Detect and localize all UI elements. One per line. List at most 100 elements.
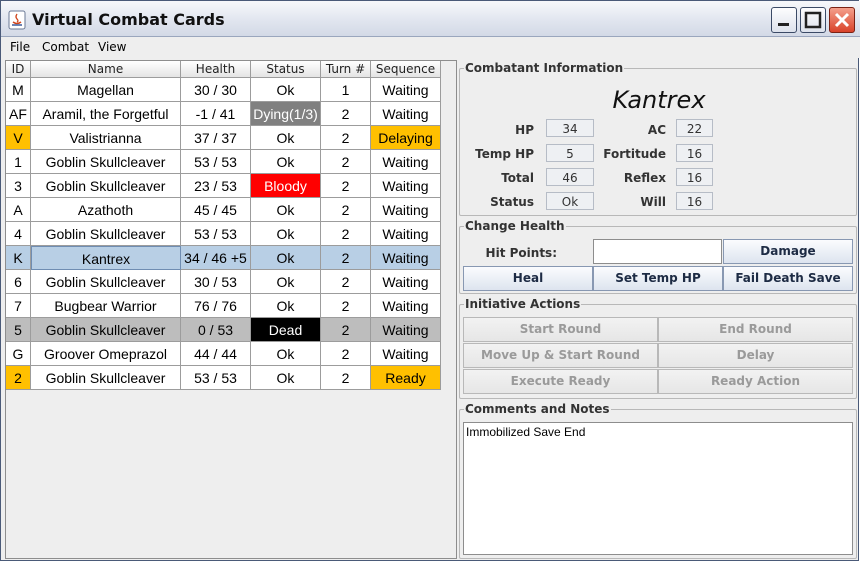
cell-status: Ok	[251, 270, 321, 294]
cell-turn: 2	[321, 198, 371, 222]
end-round-button[interactable]: End Round	[658, 317, 853, 342]
cell-name: Aramil, the Forgetful	[31, 102, 181, 126]
minimize-button[interactable]	[771, 7, 797, 33]
cell-health: 76 / 76	[181, 294, 251, 318]
table-row[interactable]: A Azathoth 45 / 45 Ok 2 Waiting	[6, 198, 442, 222]
change-health-title: Change Health	[464, 219, 566, 233]
title-bar[interactable]: Virtual Combat Cards	[1, 1, 860, 37]
cell-sequence: Waiting	[371, 318, 441, 342]
cell-sequence: Waiting	[371, 198, 441, 222]
cell-turn: 2	[321, 102, 371, 126]
combatant-table[interactable]: ID Name Health Status Turn # Sequence MM…	[5, 60, 457, 559]
cell-id: 6	[6, 270, 31, 294]
table-row[interactable]: 3 Goblin Skullcleaver 23 / 53 Bloody 2 Waitin…	[6, 174, 442, 198]
cell-name: Goblin Skullcleaver	[31, 174, 181, 198]
temp-hp-label: Temp HP	[475, 147, 534, 161]
cell-sequence: Waiting	[371, 174, 441, 198]
cell-turn: 2	[321, 174, 371, 198]
cell-id: 5	[6, 318, 31, 342]
cell-name: Goblin Skullcleaver	[31, 150, 181, 174]
table-row[interactable]: M Magellan 30 / 30 Ok 1 Waiting	[6, 78, 442, 102]
maximize-button[interactable]	[800, 7, 826, 33]
hit-points-input[interactable]	[593, 239, 722, 264]
hit-points-label: Hit Points:	[485, 246, 557, 260]
set-temp-hp-button[interactable]: Set Temp HP	[593, 266, 723, 291]
execute-ready-button[interactable]: Execute Ready	[463, 369, 658, 394]
delay-button[interactable]: Delay	[658, 343, 853, 368]
fail-death-save-button[interactable]: Fail Death Save	[723, 266, 853, 291]
cell-status: Bloody	[251, 174, 321, 198]
cell-id: A	[6, 198, 31, 222]
table-row[interactable]: G Groover Omeprazol 44 / 44 Ok 2 Waiting	[6, 342, 442, 366]
cell-turn: 1	[321, 78, 371, 102]
cell-health: 30 / 30	[181, 78, 251, 102]
will-label: Will	[640, 195, 666, 209]
cell-health: 23 / 53	[181, 174, 251, 198]
cell-health: -1 / 41	[181, 102, 251, 126]
heal-button[interactable]: Heal	[463, 266, 593, 291]
cell-sequence: Waiting	[371, 246, 441, 270]
hp-value: 34	[546, 119, 594, 137]
menu-file[interactable]: File	[10, 40, 30, 54]
ac-label: AC	[647, 123, 666, 137]
table-header: ID Name Health Status Turn # Sequence	[6, 61, 442, 78]
cell-id: 7	[6, 294, 31, 318]
window-title: Virtual Combat Cards	[32, 10, 225, 29]
cell-turn: 2	[321, 126, 371, 150]
maximize-icon	[804, 11, 822, 29]
cell-status: Ok	[251, 222, 321, 246]
table-row[interactable]: 6 Goblin Skullcleaver 30 / 53 Ok 2 Waiting	[6, 270, 442, 294]
cell-health: 30 / 53	[181, 270, 251, 294]
cell-turn: 2	[321, 294, 371, 318]
table-row[interactable]: 1 Goblin Skullcleaver 53 / 53 Ok 2 Waiting	[6, 150, 442, 174]
temp-hp-value: 5	[546, 144, 594, 162]
cell-turn: 2	[321, 318, 371, 342]
java-app-icon	[8, 10, 26, 30]
cell-health: 53 / 53	[181, 222, 251, 246]
table-row[interactable]: 2 Goblin Skullcleaver 53 / 53 Ok 2 Ready	[6, 366, 442, 390]
cell-id: 2	[6, 366, 31, 390]
cell-status: Ok	[251, 126, 321, 150]
cell-health: 37 / 37	[181, 126, 251, 150]
cell-sequence: Waiting	[371, 294, 441, 318]
damage-button[interactable]: Damage	[723, 239, 853, 264]
cell-sequence: Waiting	[371, 270, 441, 294]
cell-sequence: Ready	[371, 366, 441, 390]
table-row[interactable]: 4 Goblin Skullcleaver 53 / 53 Ok 2 Waiting	[6, 222, 442, 246]
table-row[interactable]: 7 Bugbear Warrior 76 / 76 Ok 2 Waiting	[6, 294, 442, 318]
cell-turn: 2	[321, 366, 371, 390]
start-round-button[interactable]: Start Round	[463, 317, 658, 342]
column-header-name[interactable]: Name	[31, 61, 181, 78]
cell-status: Dying(1/3)	[251, 102, 321, 126]
reflex-label: Reflex	[623, 171, 666, 185]
notes-textarea[interactable]: Immobilized Save End	[463, 422, 853, 555]
cell-name: Kantrex	[31, 246, 181, 270]
close-button[interactable]	[829, 7, 855, 33]
cell-name: Goblin Skullcleaver	[31, 366, 181, 390]
fortitude-value: 16	[676, 144, 713, 162]
column-header-turn[interactable]: Turn #	[321, 61, 371, 78]
move-up-start-round-button[interactable]: Move Up & Start Round	[463, 343, 658, 368]
column-header-sequence[interactable]: Sequence	[371, 61, 441, 78]
column-header-id[interactable]: ID	[6, 61, 31, 78]
table-row[interactable]: V Valistrianna 37 / 37 Ok 2 Delaying	[6, 126, 442, 150]
cell-status: Ok	[251, 294, 321, 318]
cell-name: Magellan	[31, 78, 181, 102]
menu-bar: File Combat View	[1, 37, 860, 58]
cell-name: Goblin Skullcleaver	[31, 270, 181, 294]
cell-name: Bugbear Warrior	[31, 294, 181, 318]
will-value: 16	[676, 192, 713, 210]
table-row[interactable]: AF Aramil, the Forgetful -1 / 41 Dying(1/3)…	[6, 102, 442, 126]
cell-status: Ok	[251, 150, 321, 174]
close-icon	[834, 12, 850, 28]
table-row[interactable]: 5 Goblin Skullcleaver 0 / 53 Dead 2 Waiting	[6, 318, 442, 342]
reflex-value: 16	[676, 168, 713, 186]
cell-sequence: Waiting	[371, 150, 441, 174]
cell-status: Ok	[251, 78, 321, 102]
table-row[interactable]: K Kantrex 34 / 46 +5 Ok 2 Waiting	[6, 246, 442, 270]
column-header-status[interactable]: Status	[251, 61, 321, 78]
menu-combat[interactable]: Combat	[42, 40, 89, 54]
column-header-health[interactable]: Health	[181, 61, 251, 78]
ready-action-button[interactable]: Ready Action	[658, 369, 853, 394]
menu-view[interactable]: View	[98, 40, 126, 54]
